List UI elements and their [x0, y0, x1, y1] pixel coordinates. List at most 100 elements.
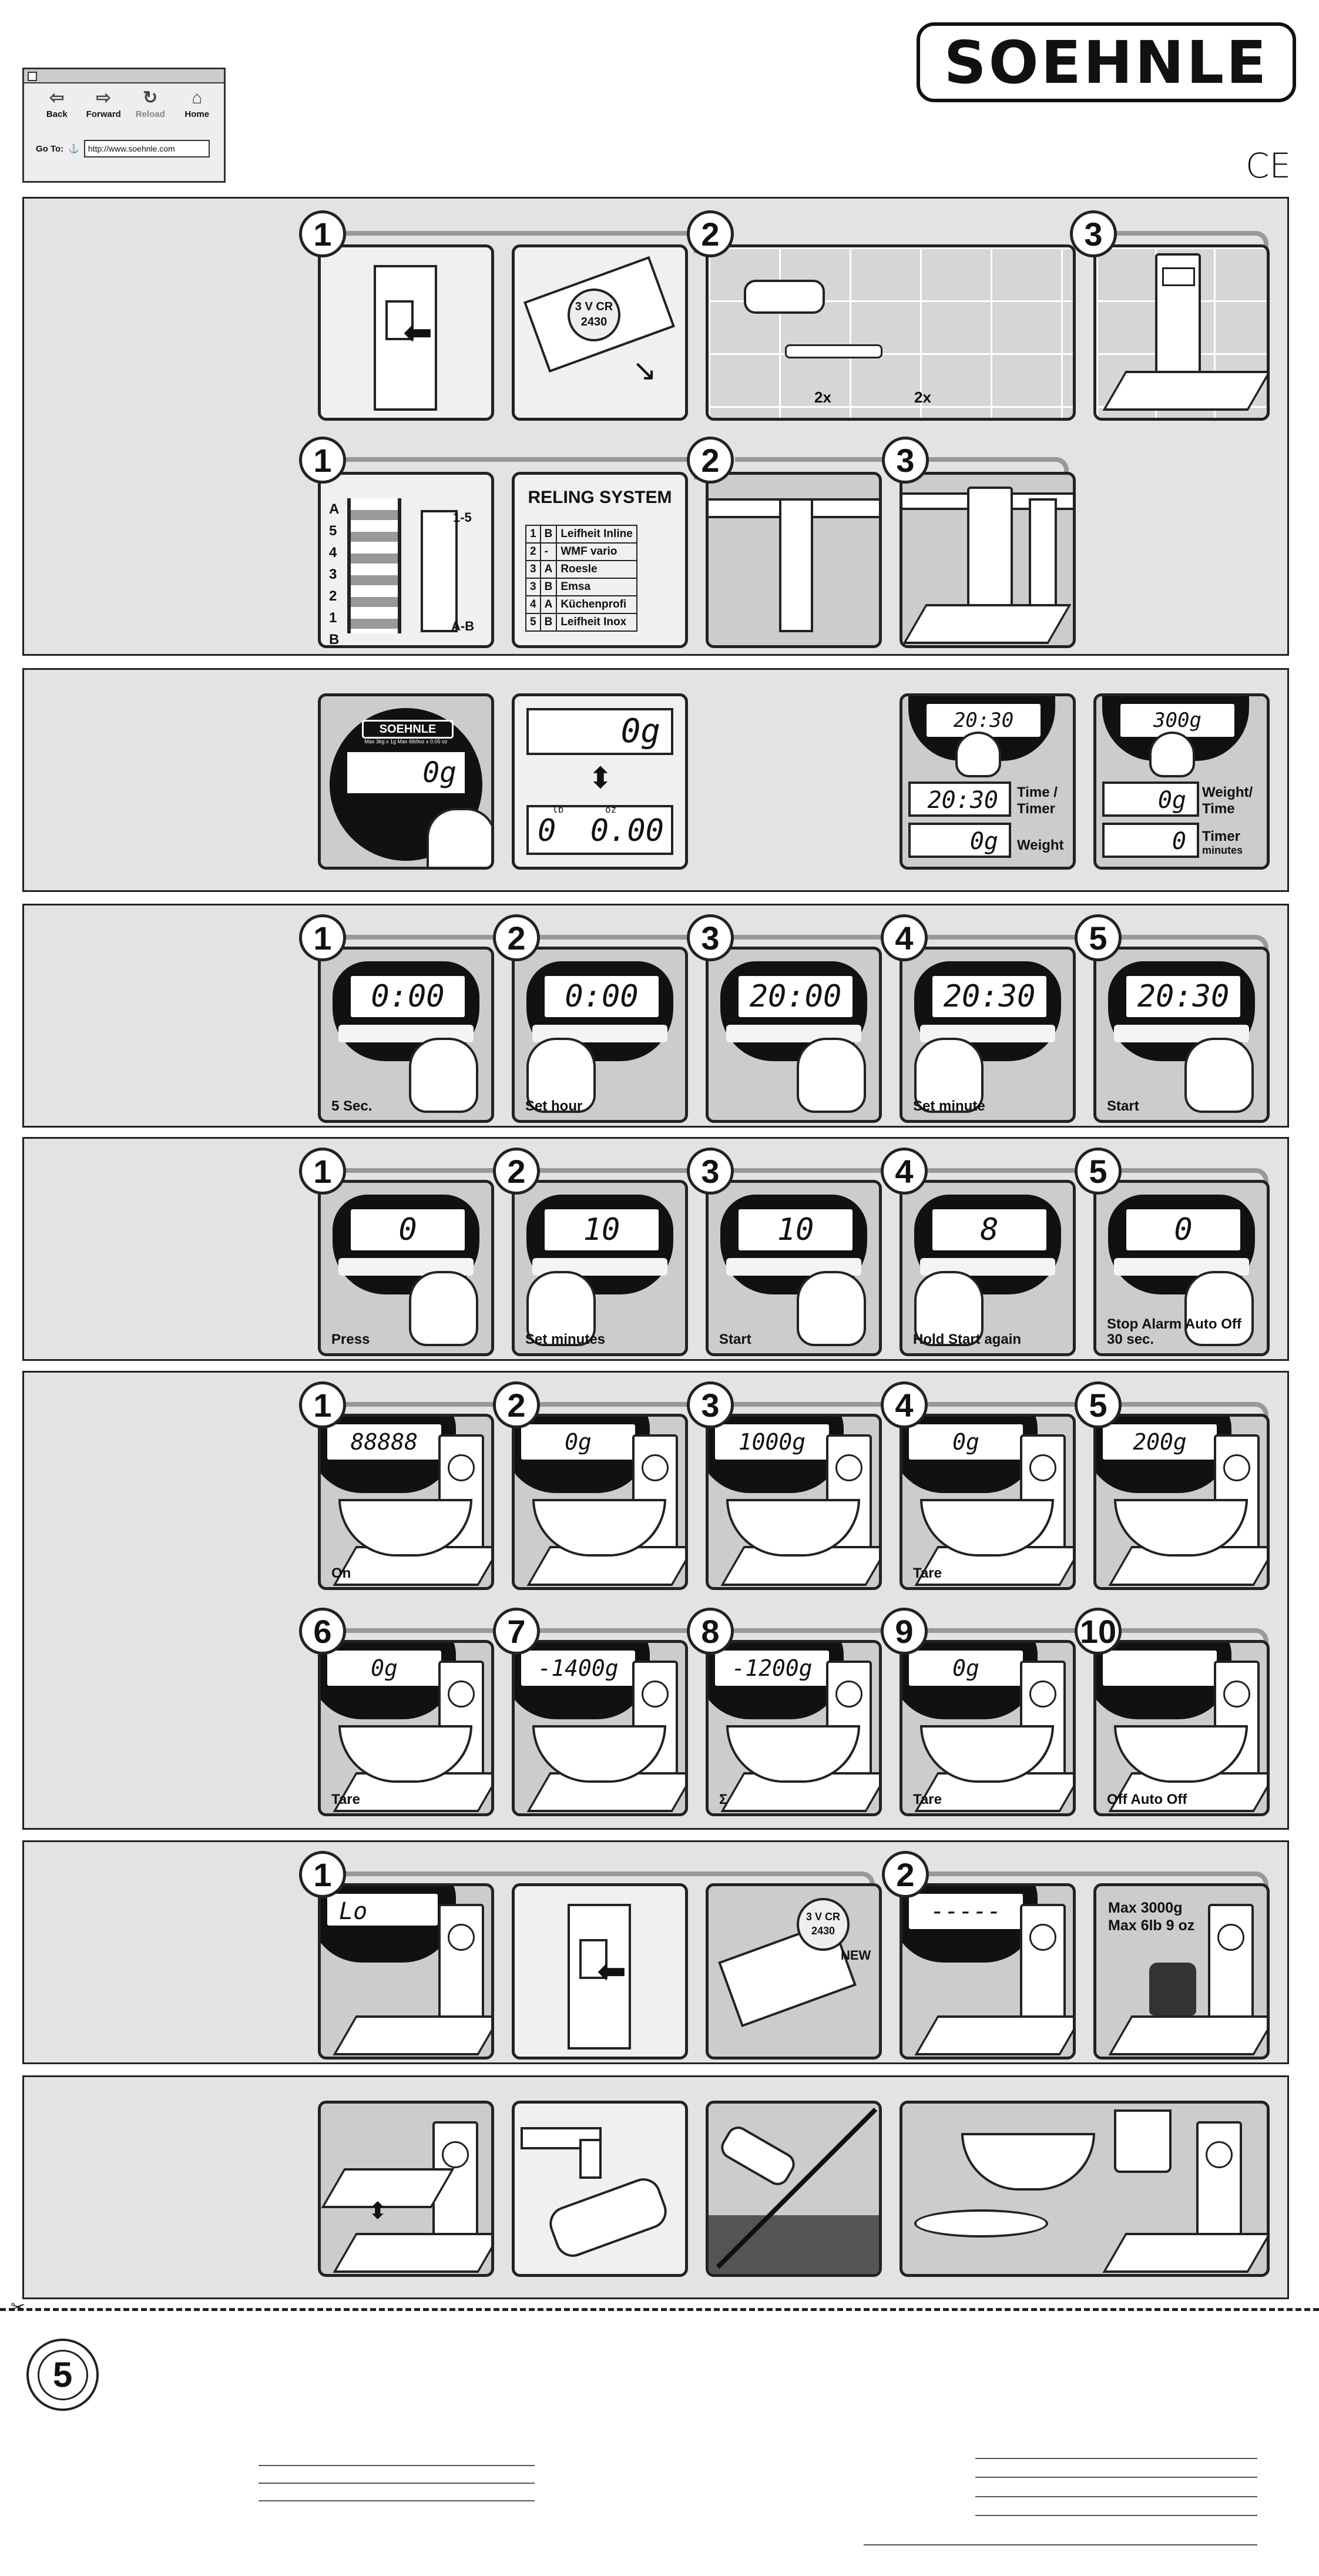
step-caption: Start [1107, 1098, 1139, 1114]
home-label: Home [184, 109, 210, 119]
cell-side: B [539, 613, 558, 632]
section-battery: 1 Lo ⬅ 3 V CR 2430 NEW 2 ----- Max 3000g… [22, 1840, 1289, 2064]
new-label: NEW [841, 1948, 871, 1963]
panel-battery-insert: ⬅ [318, 244, 494, 421]
scissors-icon: ✂ [11, 2298, 26, 2317]
lcd-weight-lower: 0g [1102, 781, 1199, 817]
cell-system: Leifheit Inline [556, 525, 637, 544]
step-number: 1 [299, 1381, 346, 1428]
lcd-display: 0g [347, 752, 465, 793]
step-caption: Off Auto Off [1107, 1792, 1187, 1807]
lcd-display: 8 [931, 1208, 1048, 1252]
rail-ab: A-B [451, 619, 475, 633]
lcd-weight-lower: 0g [908, 823, 1011, 858]
cell-side: - [539, 542, 558, 561]
lcd-grams: 0g [526, 708, 673, 755]
goto-row: Go To: ⚓ http://www.soehnle.com [36, 140, 210, 157]
forward-button[interactable]: ⇨ Forward [83, 87, 125, 119]
step-panel-1: 0 Press [318, 1180, 494, 1356]
step-caption: Hold Start again [913, 1331, 1022, 1347]
panel-wall-drilling: 2x 2x [706, 244, 1076, 421]
step-number: 10 [1075, 1608, 1122, 1655]
panel-time-timer: 20:30 20:30 Time / Timer 0g Weight [900, 693, 1076, 870]
step-caption: Tare [913, 1565, 942, 1581]
step-number: 4 [881, 914, 928, 961]
weight-label: Weight [1017, 837, 1064, 853]
panel-unit-switch: 0g ⬍ lb oz 0 0.00 [512, 693, 688, 870]
rail-letter: B [329, 632, 340, 648]
reling-table: 1 B Leifheit Inline 2- WMF vario 3 A Roesle 3… [525, 525, 637, 632]
goto-label: Go To: [36, 143, 64, 154]
panel-rail-positions: A 5 4 3 2 1 B 1-5 A-B [318, 472, 494, 648]
step-number: 5 [1075, 914, 1122, 961]
table-row: 3 B Emsa [525, 578, 637, 596]
step-number: 3 [882, 437, 929, 484]
battery-label: 3 V CR 2430 [797, 1898, 850, 1951]
section-care: ⬍ [22, 2075, 1289, 2299]
step-panel-3: 10 Start [706, 1180, 882, 1356]
lcd-display: 0 [1125, 1208, 1242, 1252]
cell-position: 4 [525, 595, 541, 614]
scale-brand: SOEHNLE [362, 720, 454, 739]
lcd-display: -1400g [519, 1649, 637, 1688]
section-clock-setting: 1 0:00 5 Sec. 2 0:00 Set hour 3 20:00 4 20… [22, 904, 1289, 1128]
table-row: 3 A Roesle [525, 560, 637, 579]
step-number: 1 [299, 437, 346, 484]
lcd-display: 0:00 [543, 974, 660, 1019]
lcd-display: 88888 [325, 1423, 443, 1461]
step-number: 3 [687, 914, 734, 961]
step-number: 4 [881, 1381, 928, 1428]
logo-text: SOEHNLE [944, 28, 1269, 97]
step-number: 3 [687, 1381, 734, 1428]
step-number: 2 [687, 437, 734, 484]
step-panel-2: 0:00 Set hour [512, 947, 688, 1123]
cell-system: Küchenprofi [556, 595, 637, 614]
step-panel-3: 20:00 [706, 947, 882, 1123]
panel-low-battery: Lo [318, 1883, 494, 2060]
lcd-timer-lower: 0 [1102, 823, 1199, 858]
step-caption: On [331, 1565, 351, 1581]
lcd-display: 0g [907, 1423, 1025, 1461]
scale-spec: Max 3kg x 1g Max 6lb9oz x 0.05 oz [364, 739, 448, 744]
rail-range: 1-5 [453, 510, 472, 525]
url-field[interactable]: http://www.soehnle.com [83, 140, 210, 157]
step-caption: Tare [913, 1792, 942, 1807]
back-button[interactable]: ⇦ Back [36, 87, 78, 119]
browser-toolbar: ⇦ Back ⇨ Forward ↻ Reload ⌂ Home [24, 83, 224, 119]
table-row: 4 A Küchenprofi [525, 595, 637, 614]
step-number: 2 [493, 914, 540, 961]
step-panel-4: 20:30 Set minute [900, 947, 1076, 1123]
rail-letter: 5 [329, 523, 337, 539]
rail-letter: 2 [329, 588, 337, 604]
step-panel-2: 0g [512, 1414, 688, 1590]
panel-open-battery: ⬅ [512, 1883, 688, 2060]
section-timer-setting: 1 0 Press 2 10 Set minutes 3 10 Start 4 8 H… [22, 1137, 1289, 1361]
soehnle-logo: SOEHNLE [917, 22, 1296, 102]
cell-system: Roesle [556, 560, 637, 579]
step-number: 1 [299, 210, 346, 257]
step-caption: Set minute [913, 1098, 985, 1114]
lcd-display: 10 [737, 1208, 854, 1252]
step-caption: Stop Alarm Auto Off 30 sec. [1107, 1316, 1241, 1347]
time-timer-label: Time / Timer [1017, 784, 1058, 817]
home-button[interactable]: ⌂ Home [176, 87, 219, 119]
step-caption: 5 Sec. [331, 1098, 372, 1114]
timer-label: Timer [1202, 829, 1240, 844]
step-panel-5: 20:30 Start [1093, 947, 1270, 1123]
cell-system: Leifheit Inox [556, 613, 637, 632]
step-number: 7 [493, 1608, 540, 1655]
reload-label: Reload [135, 109, 165, 119]
cell-side: A [539, 595, 558, 614]
back-arrow-icon: ⇦ [49, 88, 65, 108]
panel-reling-table: RELING SYSTEM 1 B Leifheit Inline 2- WMF va… [512, 472, 688, 648]
rail-letter: 1 [329, 610, 337, 626]
step-number: 5 [1075, 1148, 1122, 1195]
close-box-icon[interactable] [28, 72, 37, 81]
reload-button[interactable]: ↻ Reload [129, 87, 172, 119]
step-caption: Σ [719, 1792, 728, 1807]
oz-label: oz [605, 804, 617, 815]
step-number: 6 [299, 1608, 346, 1655]
step-number: 2 [882, 1851, 929, 1898]
cut-line [0, 2308, 1319, 2311]
panel-wall-mount [1093, 244, 1270, 421]
